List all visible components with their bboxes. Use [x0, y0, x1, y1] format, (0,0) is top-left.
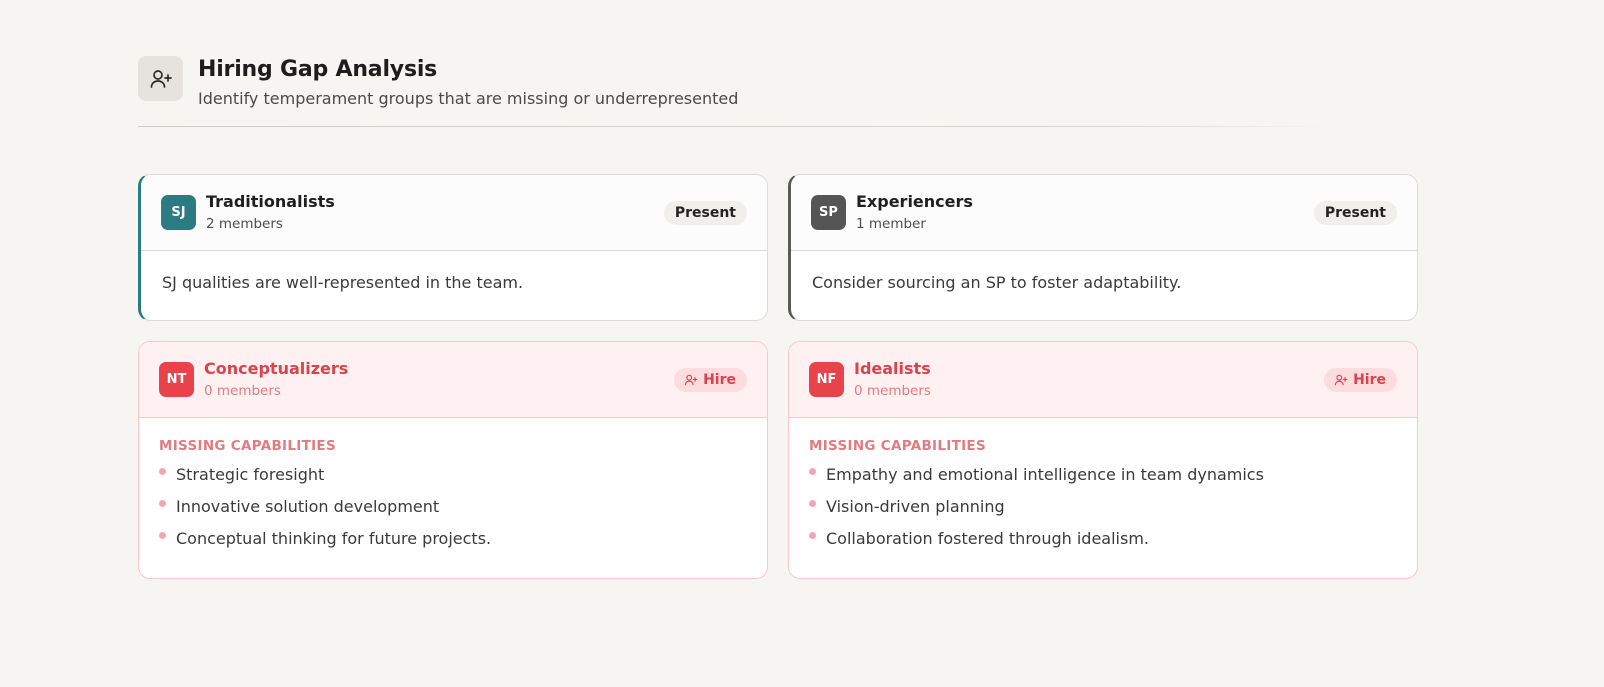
hire-button[interactable]: Hire	[1324, 367, 1397, 392]
group-count: 2 members	[206, 216, 283, 232]
group-card-idealists: NF Idealists 0 members Hire MISSING CAPA…	[788, 341, 1418, 579]
bullet-dot	[809, 500, 816, 507]
group-badge: NT	[159, 362, 194, 397]
group-note: SJ qualities are well-represented in the…	[162, 273, 524, 292]
group-name: Experiencers	[856, 192, 973, 211]
group-name: Conceptualizers	[204, 359, 349, 378]
bullet-dot	[159, 500, 166, 507]
page: Hiring Gap Analysis Identify temperament…	[0, 0, 1604, 687]
list-item: Empathy and emotional intelligence in te…	[809, 464, 1397, 486]
group-card-conceptualizers: NT Conceptualizers 0 members Hire MISSIN…	[138, 341, 768, 579]
group-note: Consider sourcing an SP to foster adapta…	[812, 273, 1182, 292]
page-subtitle: Identify temperament groups that are mis…	[198, 89, 739, 108]
list-item: Vision-driven planning	[809, 496, 1397, 518]
user-plus-icon	[138, 56, 183, 101]
page-title: Hiring Gap Analysis	[198, 57, 438, 82]
missing-capabilities-heading: MISSING CAPABILITIES	[809, 438, 986, 454]
header-divider	[138, 126, 1334, 127]
group-count: 1 member	[856, 216, 926, 232]
group-badge: SJ	[161, 195, 196, 230]
card-header: NT Conceptualizers 0 members Hire	[139, 342, 767, 418]
list-item: Collaboration fostered through idealism.	[809, 528, 1397, 550]
group-count: 0 members	[204, 383, 281, 399]
hire-button[interactable]: Hire	[674, 367, 747, 392]
user-plus-icon	[1334, 373, 1348, 387]
group-name: Idealists	[854, 359, 931, 378]
group-card-traditionalists: SJ Traditionalists 2 members Present SJ …	[138, 174, 768, 321]
bullet-dot	[809, 532, 816, 539]
hire-label: Hire	[1353, 371, 1386, 388]
capability-list: Strategic foresight Innovative solution …	[159, 464, 747, 550]
group-count: 0 members	[854, 383, 931, 399]
group-card-experiencers: SP Experiencers 1 member Present Conside…	[788, 174, 1418, 321]
hire-label: Hire	[703, 371, 736, 388]
user-plus-icon	[684, 373, 698, 387]
group-name: Traditionalists	[206, 192, 335, 211]
bullet-dot	[809, 468, 816, 475]
status-badge: Present	[663, 200, 747, 225]
card-header: NF Idealists 0 members Hire	[789, 342, 1417, 418]
list-item: Conceptual thinking for future projects.	[159, 528, 747, 550]
card-header: SJ Traditionalists 2 members Present	[141, 175, 767, 251]
bullet-dot	[159, 468, 166, 475]
group-badge: NF	[809, 362, 844, 397]
bullet-dot	[159, 532, 166, 539]
group-badge: SP	[811, 195, 846, 230]
list-item: Strategic foresight	[159, 464, 747, 486]
status-badge: Present	[1313, 200, 1397, 225]
missing-capabilities-heading: MISSING CAPABILITIES	[159, 438, 336, 454]
page-header: Hiring Gap Analysis Identify temperament…	[138, 56, 1334, 127]
capability-list: Empathy and emotional intelligence in te…	[809, 464, 1397, 550]
card-header: SP Experiencers 1 member Present	[791, 175, 1417, 251]
list-item: Innovative solution development	[159, 496, 747, 518]
